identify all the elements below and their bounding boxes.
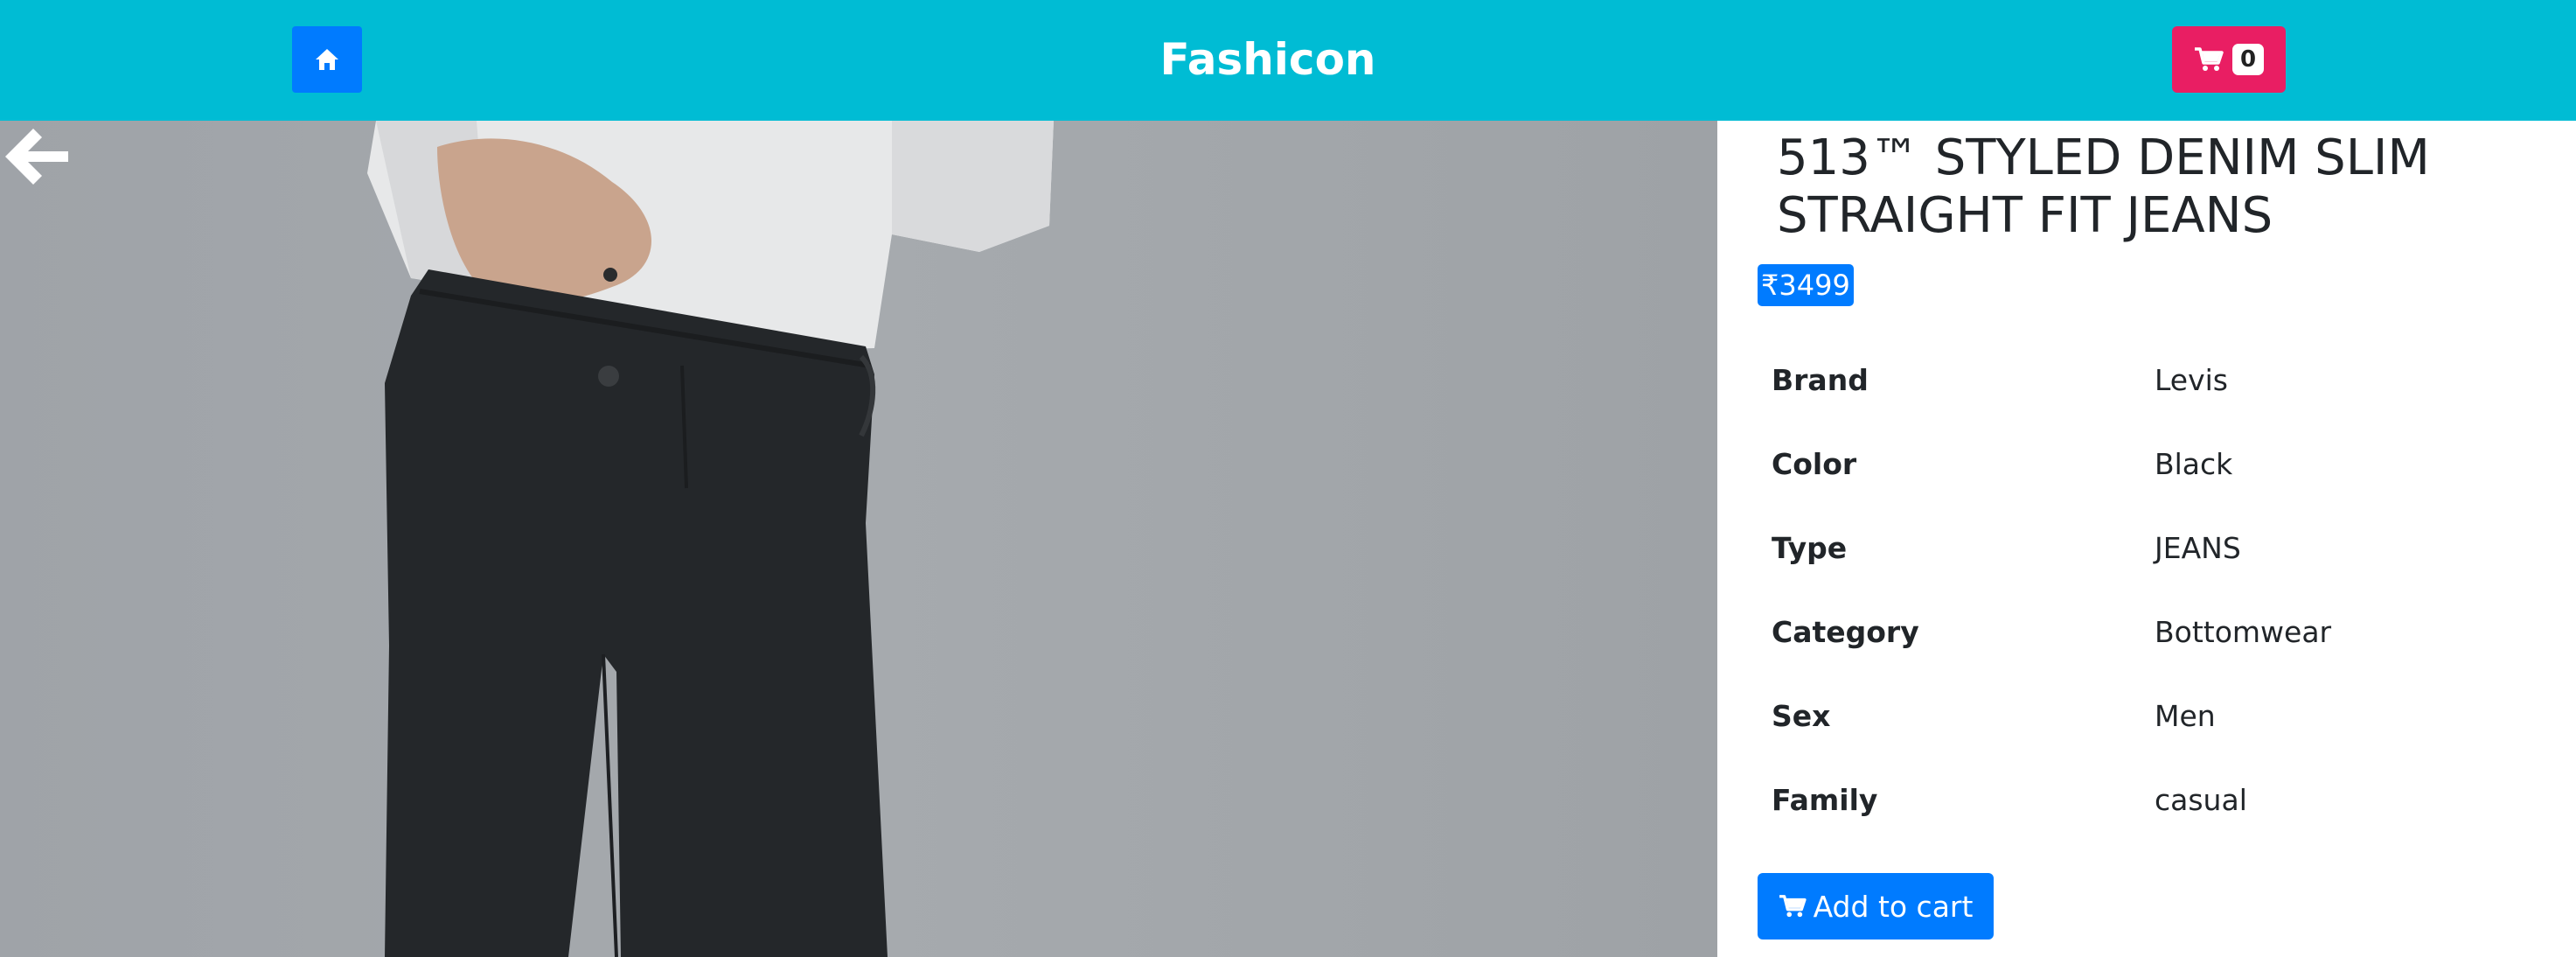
attribute-label: Sex [1772, 698, 1831, 733]
brand-title[interactable]: Fashicon [962, 26, 1574, 93]
attribute-value: casual [2155, 782, 2247, 817]
table-row: Color Black [1758, 422, 2545, 506]
attribute-label: Brand [1772, 362, 1869, 397]
cart-count-badge: 0 [2232, 44, 2264, 75]
table-row: Sex Men [1758, 674, 2545, 758]
shopping-cart-icon [1779, 895, 1807, 918]
product-title: 513™ STYLED DENIM SLIM STRAIGHT FIT JEAN… [1777, 129, 2430, 244]
attribute-label: Color [1772, 446, 1857, 481]
attribute-label: Type [1772, 530, 1848, 565]
shopping-cart-icon [2195, 47, 2224, 71]
add-to-cart-label: Add to cart [1813, 889, 1974, 924]
cart-button[interactable]: 0 [2172, 26, 2286, 93]
attribute-value: Black [2155, 446, 2233, 481]
attribute-value: JEANS [2155, 530, 2241, 565]
price-badge: ₹3499 [1758, 264, 1854, 306]
table-row: Brand Levis [1758, 338, 2545, 422]
product-details: 513™ STYLED DENIM SLIM STRAIGHT FIT JEAN… [1717, 121, 2576, 957]
table-row: Category Bottomwear [1758, 590, 2545, 674]
top-navbar: Fashicon 0 [0, 0, 2576, 121]
add-to-cart-button[interactable]: Add to cart [1758, 873, 1994, 940]
attribute-value: Levis [2155, 362, 2228, 397]
table-row: Type JEANS [1758, 506, 2545, 590]
attribute-value: Men [2155, 698, 2216, 733]
arrow-left-icon[interactable] [0, 121, 72, 192]
home-icon [316, 49, 338, 70]
attribute-label: Family [1772, 782, 1878, 817]
attribute-value: Bottomwear [2155, 614, 2332, 649]
product-image [0, 121, 1717, 957]
product-photo [0, 121, 1717, 957]
attribute-label: Category [1772, 614, 1919, 649]
product-attributes-table: Brand Levis Color Black Type JEANS Categ… [1758, 338, 2545, 842]
table-row: Family casual [1758, 758, 2545, 842]
home-button[interactable] [292, 26, 362, 93]
